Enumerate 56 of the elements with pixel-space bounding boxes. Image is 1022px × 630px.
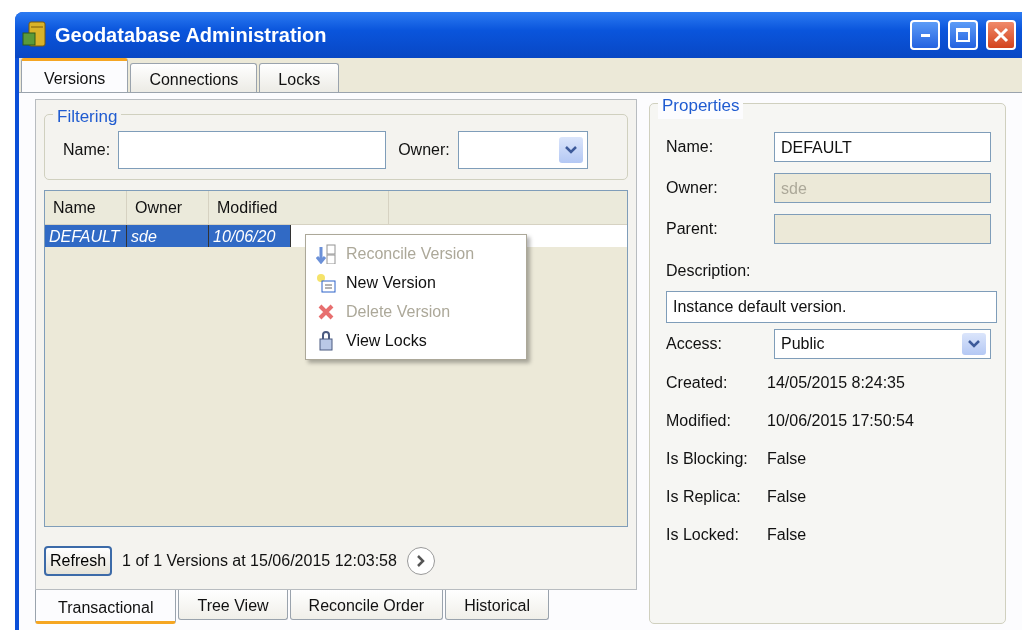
field-label: Created: (666, 373, 729, 393)
field-label: Is Blocking: (666, 449, 749, 469)
owner-dropdown[interactable] (457, 131, 588, 169)
field-value: False (767, 487, 807, 507)
name-field[interactable] (118, 131, 387, 169)
table-cell: 10/06/20 (209, 225, 291, 247)
field-label: Parent: (666, 218, 719, 239)
window-title: Geodatabase Administration (55, 23, 327, 48)
next-button[interactable] (406, 547, 435, 575)
lock-icon (316, 330, 336, 351)
text-field[interactable]: DEFAULT (774, 131, 991, 162)
maximize-button[interactable] (948, 20, 978, 50)
tab[interactable]: Versions (21, 58, 129, 92)
field-label: Description: (666, 261, 752, 281)
tab[interactable]: Transactional (35, 590, 177, 624)
tab[interactable]: Tree View (178, 590, 288, 620)
field-label: Access: (666, 333, 723, 354)
menu-item[interactable]: New Version (306, 268, 526, 297)
minimize-button[interactable] (910, 20, 940, 50)
table-cell: DEFAULT (45, 225, 127, 247)
dropdown-value: Public (781, 333, 825, 354)
field-label: Is Locked: (666, 525, 740, 545)
field-label: Owner: (398, 140, 450, 160)
readonly-field[interactable] (774, 213, 991, 244)
status-text: 1 of 1 Versions at 15/06/2015 12:03:58 (122, 551, 397, 571)
maximize-icon (955, 27, 971, 43)
new-document-icon (316, 272, 336, 293)
description-field[interactable]: Instance default version. (666, 291, 997, 323)
field-value: False (767, 449, 807, 469)
field-label: Name: (63, 140, 111, 160)
column-header[interactable]: Modified (209, 191, 389, 224)
chevron-down-icon (968, 339, 980, 348)
chevron-right-icon (416, 555, 425, 567)
column-header[interactable]: Name (45, 191, 127, 224)
field-label: Owner: (666, 177, 719, 198)
database-icon (21, 21, 47, 49)
refresh-button[interactable]: Refresh (44, 546, 113, 576)
field-value: 10/06/2015 17:50:54 (767, 411, 914, 431)
minimize-icon (920, 33, 930, 37)
arrow-document-icon (316, 243, 336, 264)
menu-item[interactable]: View Locks (306, 326, 526, 355)
tab[interactable]: Connections (130, 63, 258, 92)
field-label: Is Replica: (666, 487, 742, 507)
tab[interactable]: Historical (445, 590, 549, 620)
field-value: False (767, 525, 807, 545)
table-cell: sde (127, 225, 209, 247)
column-header[interactable]: Owner (127, 191, 209, 224)
tab[interactable]: Reconcile Order (289, 590, 444, 620)
tab[interactable]: Locks (259, 63, 340, 92)
field-value: 14/05/2015 8:24:35 (767, 373, 905, 393)
close-button[interactable] (986, 20, 1016, 50)
close-icon (993, 27, 1009, 43)
field-label: Name: (666, 136, 715, 157)
access-dropdown[interactable]: Public (774, 328, 991, 359)
field-label: Modified: (666, 411, 732, 431)
chevron-down-icon (564, 146, 577, 154)
